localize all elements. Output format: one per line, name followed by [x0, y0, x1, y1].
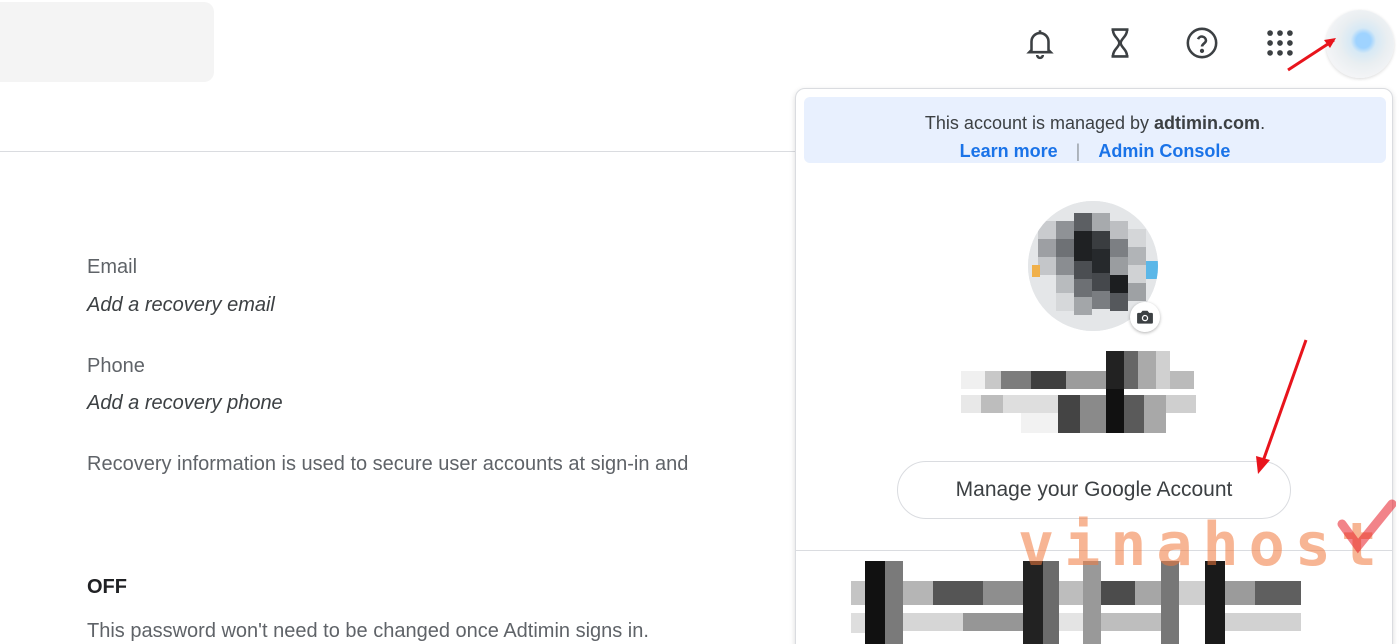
managed-domain: adtimin.com — [1154, 113, 1261, 133]
learn-more-link[interactable]: Learn more — [960, 141, 1058, 161]
password-note: This password won't need to be changed o… — [87, 620, 649, 642]
email-label: Email — [87, 256, 138, 278]
password-status: OFF — [87, 576, 127, 598]
header-divider — [0, 151, 800, 152]
hourglass-icon — [1111, 28, 1129, 58]
camera-icon — [1137, 310, 1153, 324]
hourglass-button[interactable] — [1098, 18, 1142, 68]
managed-text: This account is managed by adtimin.com. — [804, 113, 1386, 134]
bell-icon — [1026, 30, 1054, 60]
apps-button[interactable] — [1258, 18, 1302, 68]
popup-divider — [796, 550, 1392, 551]
add-recovery-email[interactable]: Add a recovery email — [87, 294, 275, 317]
search-box[interactable] — [0, 2, 214, 82]
account-popup: This account is managed by adtimin.com. … — [795, 88, 1393, 644]
phone-label: Phone — [87, 355, 145, 377]
redacted-account-name — [961, 351, 1196, 433]
recovery-info-text: Recovery information is used to secure u… — [87, 453, 689, 475]
help-button[interactable] — [1180, 18, 1224, 68]
managed-account-banner: This account is managed by adtimin.com. … — [804, 97, 1386, 163]
add-recovery-phone[interactable]: Add a recovery phone — [87, 392, 283, 415]
change-photo-button[interactable] — [1130, 302, 1160, 332]
account-avatar-button[interactable] — [1326, 10, 1394, 78]
link-separator: | — [1075, 141, 1081, 161]
help-icon — [1186, 27, 1218, 59]
redacted-organization — [851, 561, 1301, 644]
managed-suffix: . — [1260, 113, 1266, 133]
admin-console-link[interactable]: Admin Console — [1098, 141, 1230, 161]
managed-prefix: This account is managed by — [924, 113, 1155, 133]
banner-links: Learn more | Admin Console — [804, 141, 1386, 162]
apps-grid-icon — [1267, 30, 1293, 56]
notifications-button[interactable] — [1018, 18, 1062, 68]
manage-google-account-button[interactable]: Manage your Google Account — [897, 461, 1291, 519]
